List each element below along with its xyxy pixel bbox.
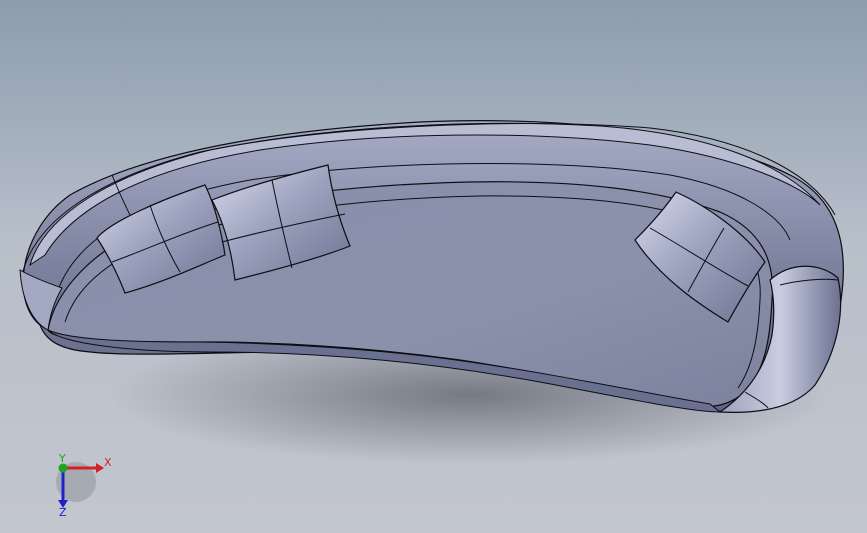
x-axis-label: X [104, 456, 112, 469]
graphics-viewport[interactable]: X Y Z [0, 0, 867, 533]
z-axis-label: Z [59, 506, 67, 519]
y-axis-label: Y [58, 452, 66, 465]
